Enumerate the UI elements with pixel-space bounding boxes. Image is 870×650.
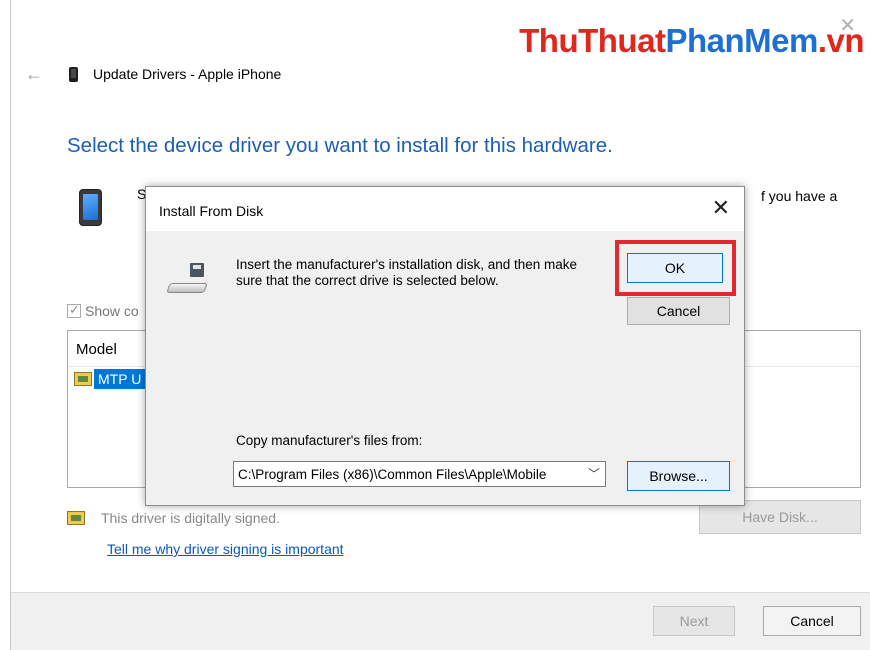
window-title: Update Drivers - Apple iPhone — [93, 66, 282, 82]
device-phone-icon — [79, 189, 102, 226]
back-arrow-icon[interactable]: ← — [25, 64, 43, 85]
driver-icon — [74, 372, 92, 386]
dialog-titlebar: Install From Disk ✕ — [146, 187, 744, 231]
disk-drive-icon — [166, 263, 208, 295]
list-item[interactable]: MTP U — [74, 369, 146, 389]
dialog-message: Insert the manufacturer's installation d… — [236, 257, 578, 288]
phone-icon — [69, 67, 78, 82]
driver-signing-link[interactable]: Tell me why driver signing is important — [107, 541, 344, 557]
watermark-part-3: .vn — [817, 22, 865, 59]
next-button[interactable]: Next — [653, 606, 735, 636]
ok-button[interactable]: OK — [627, 253, 723, 283]
floppy-icon — [190, 263, 204, 277]
chevron-down-icon[interactable]: ﹀ — [588, 465, 600, 482]
source-path-combobox[interactable]: C:\Program Files (x86)\Common Files\Appl… — [233, 461, 606, 487]
wizard-footer — [11, 592, 870, 650]
model-column-header: Model — [76, 341, 117, 358]
signed-status-text: This driver is digitally signed. — [101, 510, 280, 526]
show-compatible-label: Show co — [85, 303, 139, 319]
disk-drive-body — [166, 283, 208, 293]
signed-driver-icon — [67, 511, 85, 525]
install-from-disk-dialog: Install From Disk ✕ Insert the manufactu… — [145, 186, 745, 506]
checkbox-checked-icon[interactable] — [67, 302, 81, 318]
model-item-label[interactable]: MTP U — [94, 369, 146, 389]
source-path-value[interactable]: C:\Program Files (x86)\Common Files\Appl… — [238, 467, 546, 482]
copy-from-label: Copy manufacturer's files from: — [236, 433, 423, 448]
watermark-part-2: PhanMem — [665, 22, 818, 59]
page-heading: Select the device driver you want to ins… — [67, 134, 613, 157]
watermark-logo: ThuThuatPhanMem.vn — [519, 22, 864, 60]
dialog-close-icon[interactable]: ✕ — [712, 197, 730, 219]
show-compatible-checkbox[interactable]: Show co — [67, 302, 139, 319]
cancel-button[interactable]: Cancel — [763, 606, 861, 636]
signed-status: This driver is digitally signed. — [67, 510, 280, 526]
obscured-instruction-text-right: f you have a — [761, 188, 838, 204]
browse-button[interactable]: Browse... — [627, 461, 730, 491]
dialog-cancel-button[interactable]: Cancel — [627, 297, 730, 325]
dialog-title: Install From Disk — [159, 203, 264, 219]
watermark-part-1: ThuThuat — [519, 22, 666, 59]
